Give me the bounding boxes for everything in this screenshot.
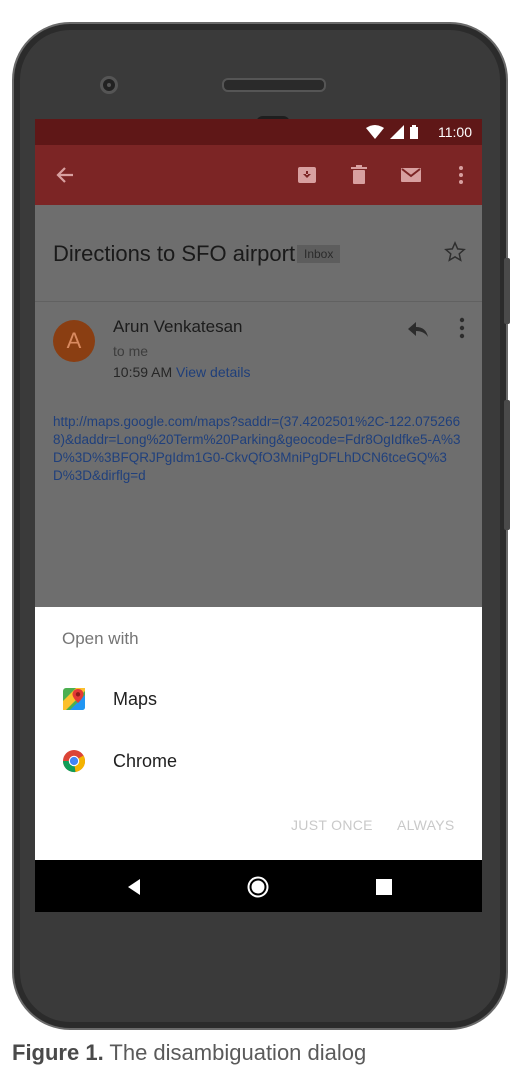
sender-name: Arun Venkatesan (113, 317, 243, 336)
maps-icon (63, 688, 85, 710)
star-icon[interactable] (444, 241, 466, 263)
status-bar: 11:00 (35, 119, 482, 145)
open-with-dialog: Open with Maps Chrome JUST ONCE ALWAYS (35, 607, 482, 860)
email-content: Directions to SFO airport Inbox A Arun V… (35, 205, 482, 607)
header-divider (35, 301, 482, 302)
inbox-label-badge[interactable]: Inbox (297, 245, 341, 263)
archive-icon[interactable] (295, 163, 319, 187)
back-icon[interactable] (123, 876, 145, 898)
navigation-bar (35, 860, 482, 912)
view-details-link[interactable]: View details (176, 364, 250, 380)
sender-avatar[interactable]: A (53, 320, 95, 362)
power-button (504, 258, 510, 324)
status-icons (366, 123, 418, 141)
app-option-maps[interactable]: Maps (35, 671, 482, 727)
back-arrow-icon[interactable] (53, 163, 77, 187)
maps-url-link[interactable]: http://maps.google.com/maps?saddr=(37.42… (53, 413, 463, 485)
chrome-icon (63, 750, 86, 773)
home-icon[interactable] (247, 876, 269, 898)
more-options-icon[interactable] (449, 163, 473, 187)
email-time: 10:59 AM (113, 364, 173, 380)
figure-label: Figure 1. (12, 1040, 104, 1065)
mail-icon[interactable] (399, 163, 423, 187)
recipient-text: to me (113, 343, 149, 359)
recents-icon[interactable] (373, 876, 395, 898)
app-option-chrome[interactable]: Chrome (35, 733, 482, 789)
reply-icon[interactable] (406, 319, 430, 339)
figure-caption: Figure 1. The disambiguation dialog (12, 1040, 366, 1066)
always-button[interactable]: ALWAYS (397, 817, 455, 833)
email-subject: Directions to SFO airport (53, 241, 296, 266)
signal-icon (390, 125, 404, 139)
email-meta: 10:59 AM View details (113, 364, 251, 380)
wifi-icon (366, 125, 384, 139)
volume-button (504, 400, 510, 530)
dialog-title: Open with (62, 629, 139, 648)
email-toolbar (35, 145, 482, 205)
status-time: 11:00 (438, 124, 472, 140)
just-once-button[interactable]: JUST ONCE (291, 817, 373, 833)
message-more-icon[interactable] (458, 317, 466, 339)
app-label-maps: Maps (113, 689, 158, 709)
earpiece-speaker (222, 78, 326, 92)
battery-icon (410, 125, 418, 139)
front-camera (100, 76, 118, 94)
delete-icon[interactable] (347, 163, 371, 187)
app-label-chrome: Chrome (113, 751, 178, 771)
figure-caption-text: The disambiguation dialog (103, 1040, 367, 1065)
screen: 11:00 Directions to SFO airport Inbox A … (35, 119, 482, 912)
